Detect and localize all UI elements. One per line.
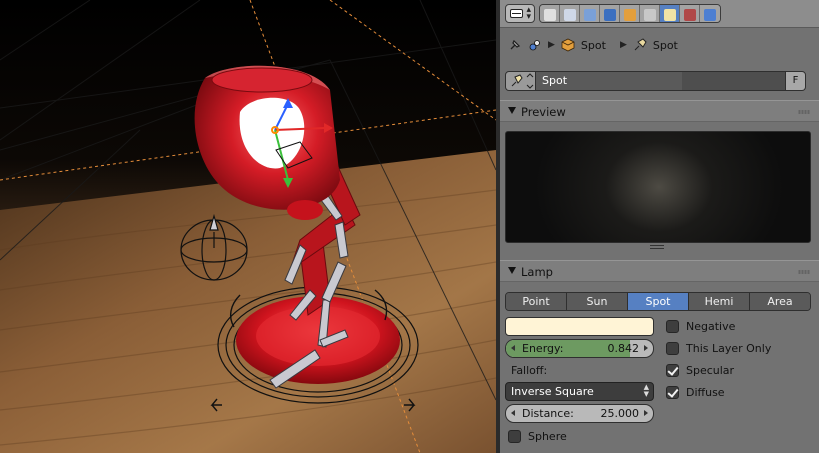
increment-arrow-icon[interactable] [644, 345, 648, 351]
breadcrumb: ▶ Spot ▶ Spot [500, 32, 819, 58]
scene-icon [583, 8, 596, 21]
properties-editor: ▴ ▾ ▶ Spot ▶ Spot Spot F Preview Lamp Po… [500, 0, 819, 453]
energy-label: Energy: [522, 342, 564, 355]
lamp-data-icon [663, 8, 676, 21]
tab-physics[interactable] [700, 5, 720, 22]
lamp-type-hemi[interactable]: Hemi [689, 293, 750, 310]
properties-editor-icon [510, 9, 523, 18]
falloff-value: Inverse Square [511, 385, 594, 398]
checkbox-box[interactable] [666, 385, 679, 399]
lamp-preview [505, 131, 811, 243]
preview-resize-handle[interactable] [650, 245, 664, 249]
increment-arrow-icon[interactable] [644, 410, 648, 416]
datablock-spacer [682, 72, 787, 90]
breadcrumb-arrow-icon: ▶ [619, 40, 627, 50]
falloff-dropdown[interactable]: Inverse Square ▲ ▼ [505, 382, 654, 401]
decrement-arrow-icon[interactable] [511, 345, 515, 351]
lamp-type-area[interactable]: Area [750, 293, 810, 310]
energy-slider[interactable]: Energy: 0.842 [505, 339, 654, 358]
texture-icon [683, 8, 696, 21]
negative-checkbox[interactable]: Negative [666, 318, 735, 334]
viewport-scene [0, 0, 496, 453]
breadcrumb-arrow-icon: ▶ [548, 40, 555, 50]
physics-icon [704, 8, 716, 21]
up-down-arrows-icon: ▲ ▼ [643, 383, 649, 398]
pin-icon[interactable] [508, 38, 522, 52]
diffuse-checkbox[interactable]: Diffuse [666, 384, 725, 400]
tab-render-layers[interactable] [560, 5, 580, 22]
collapse-triangle-icon [508, 267, 516, 274]
preview-panel-header[interactable]: Preview [500, 100, 819, 122]
lamp-color-swatch[interactable] [505, 317, 654, 336]
falloff-label: Falloff: [511, 364, 548, 377]
specular-checkbox[interactable]: Specular [666, 362, 734, 378]
tab-texture[interactable] [680, 5, 700, 22]
spot-lamp-icon [633, 38, 647, 52]
scene-icon [528, 38, 542, 52]
lamp-type-point[interactable]: Point [506, 293, 567, 310]
checkbox-box[interactable] [666, 363, 679, 377]
render-icon [543, 8, 556, 21]
tab-render[interactable] [540, 5, 560, 22]
collapse-triangle-icon [508, 107, 516, 114]
decrement-arrow-icon[interactable] [511, 410, 515, 416]
checkbox-box[interactable] [666, 341, 679, 355]
diffuse-label: Diffuse [686, 385, 725, 399]
3d-viewport[interactable] [0, 0, 496, 453]
tab-constraints[interactable] [640, 5, 660, 22]
spot-lamp-icon [511, 73, 534, 89]
checkbox-box[interactable] [666, 319, 679, 333]
object-icon [623, 8, 636, 21]
preview-glow [534, 132, 784, 242]
preview-panel-title: Preview [521, 105, 566, 119]
distance-value: 25.000 [600, 407, 640, 420]
specular-label: Specular [686, 363, 735, 377]
constraints-icon [643, 8, 656, 21]
lamp-panel-title: Lamp [521, 265, 553, 279]
lamp-type-spot[interactable]: Spot [628, 293, 689, 310]
sphere-label: Sphere [528, 429, 567, 443]
distance-label: Distance: [522, 407, 574, 420]
distance-field[interactable]: Distance: 25.000 [505, 404, 654, 423]
this-layer-only-checkbox[interactable]: This Layer Only [666, 340, 771, 356]
tab-object[interactable] [620, 5, 640, 22]
world-icon [603, 8, 616, 21]
tab-scene[interactable] [580, 5, 600, 22]
render-layers-icon [563, 8, 576, 21]
lamp-name-field[interactable]: Spot [536, 72, 682, 90]
lamp-type-sun[interactable]: Sun [567, 293, 628, 310]
this-layer-only-label: This Layer Only [686, 341, 772, 355]
properties-header: ▴ ▾ [500, 0, 819, 28]
breadcrumb-object: Spot [580, 38, 606, 52]
breadcrumb-lamp-data: Spot [652, 38, 678, 52]
context-tabs [539, 4, 721, 23]
browse-lamp-button[interactable] [506, 72, 536, 90]
object-cube-icon [561, 38, 575, 52]
fake-user-button[interactable]: F [785, 72, 805, 90]
drag-grip-icon[interactable] [798, 110, 810, 114]
lamp-datablock-selector: Spot F [505, 71, 806, 91]
energy-value: 0.842 [607, 342, 640, 355]
negative-label: Negative [686, 319, 736, 333]
tab-world[interactable] [600, 5, 620, 22]
checkbox-box[interactable] [508, 429, 521, 443]
lamp-panel-header[interactable]: Lamp [500, 260, 819, 282]
up-down-arrows-icon: ▴ ▾ [526, 5, 531, 22]
lamp-type-selector: Point Sun Spot Hemi Area [505, 292, 811, 311]
editor-type-button[interactable]: ▴ ▾ [505, 4, 535, 23]
tab-lamp-data[interactable] [660, 5, 680, 22]
drag-grip-icon[interactable] [798, 270, 810, 274]
sphere-checkbox[interactable]: Sphere [508, 428, 567, 444]
